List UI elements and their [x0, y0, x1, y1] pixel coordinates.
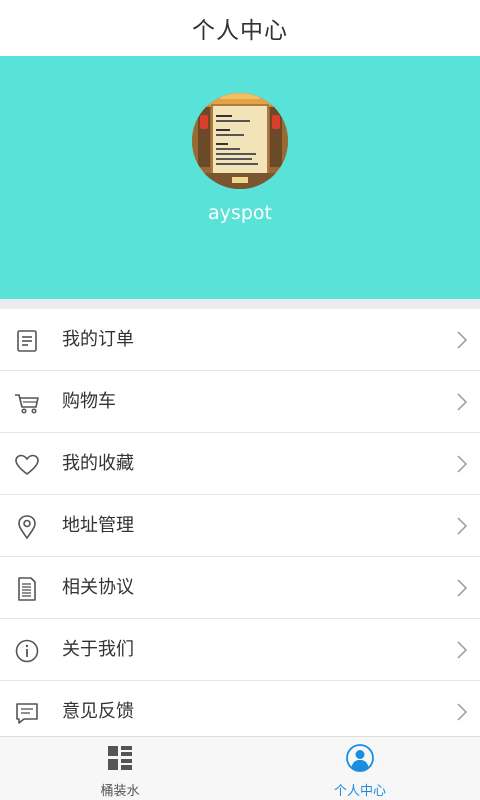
menu-item-label: 关于我们 [62, 639, 134, 660]
location-pin-icon [18, 515, 36, 540]
avatar-image [192, 93, 288, 189]
bottom-tab-bar: 桶装水 个人中心 [0, 736, 480, 800]
section-divider [0, 299, 480, 309]
menu-item-feedback[interactable]: 意见反馈 [0, 681, 480, 743]
menu-item-label: 我的订单 [62, 329, 134, 350]
menu-list: 我的订单 购物车 我的收藏 地址管理 相关协议 关于我们 意见反馈 [0, 309, 480, 743]
profile-header: ayspot [0, 56, 480, 299]
menu-item-agreements[interactable]: 相关协议 [0, 557, 480, 619]
menu-item-shopping-cart[interactable]: 购物车 [0, 371, 480, 433]
menu-item-label: 意见反馈 [62, 701, 134, 722]
info-icon [15, 639, 39, 663]
username: ayspot [208, 202, 272, 224]
menu-item-label: 相关协议 [62, 577, 134, 598]
tab-bottled-water[interactable]: 桶装水 [0, 737, 240, 800]
tab-label: 桶装水 [100, 784, 140, 799]
page-title: 个人中心 [192, 18, 288, 44]
chevron-right-icon [457, 517, 468, 535]
menu-item-label: 我的收藏 [62, 453, 134, 474]
chevron-right-icon [457, 393, 468, 411]
heart-icon [15, 454, 39, 476]
menu-item-about-us[interactable]: 关于我们 [0, 619, 480, 681]
chevron-right-icon [457, 703, 468, 721]
menu-item-label: 购物车 [62, 391, 116, 412]
order-list-icon [17, 330, 37, 352]
menu-item-my-orders[interactable]: 我的订单 [0, 309, 480, 371]
grid-list-icon [108, 746, 132, 770]
document-icon [18, 577, 36, 601]
menu-item-address-management[interactable]: 地址管理 [0, 495, 480, 557]
chat-bubble-icon [16, 703, 38, 724]
chevron-right-icon [457, 579, 468, 597]
title-bar: 个人中心 [0, 0, 480, 56]
tab-label: 个人中心 [333, 784, 386, 799]
menu-item-label: 地址管理 [62, 515, 134, 536]
shopping-cart-icon [15, 394, 39, 414]
menu-item-favorites[interactable]: 我的收藏 [0, 433, 480, 495]
chevron-right-icon [457, 455, 468, 473]
user-profile-icon [346, 744, 374, 772]
tab-personal-center[interactable]: 个人中心 [240, 737, 480, 800]
chevron-right-icon [457, 331, 468, 349]
chevron-right-icon [457, 641, 468, 659]
avatar[interactable] [192, 93, 288, 189]
